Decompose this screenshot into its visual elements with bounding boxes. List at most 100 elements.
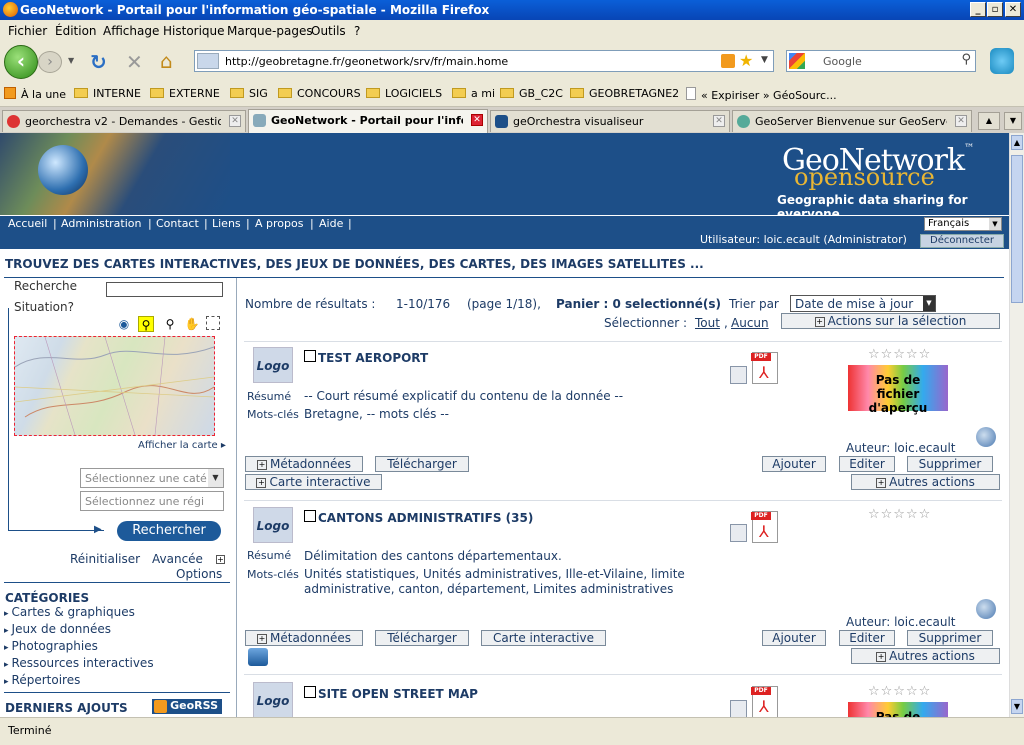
delete-button[interactable]: Supprimer — [907, 630, 993, 646]
add-button[interactable]: Ajouter — [762, 456, 826, 472]
bookmark-gb-c2c[interactable]: GB_C2C — [500, 87, 563, 100]
search-input[interactable] — [106, 282, 223, 297]
edit-button[interactable]: Editer — [839, 456, 895, 472]
stop-icon[interactable]: ✕ — [126, 50, 143, 74]
scroll-thumb[interactable] — [1011, 155, 1023, 303]
zoom-out-icon[interactable]: ⚲ — [162, 316, 178, 332]
home-icon[interactable]: ⌂ — [160, 49, 173, 73]
category-photos[interactable]: Photographies — [4, 639, 98, 653]
url-dropdown-icon[interactable]: ▼ — [761, 55, 768, 65]
nav-liens[interactable]: Liens — [212, 217, 241, 230]
xml-doc-icon[interactable] — [730, 700, 747, 717]
nav-aide[interactable]: Aide — [319, 217, 343, 230]
bookmark-star-icon[interactable]: ★ — [739, 51, 753, 70]
metadata-button[interactable]: + Métadonnées — [245, 630, 363, 646]
edit-button[interactable]: Editer — [839, 630, 895, 646]
select-checkbox[interactable] — [304, 510, 316, 522]
search-button[interactable]: Rechercher — [117, 521, 221, 541]
menu-help[interactable]: ? — [354, 24, 360, 38]
lock-icon[interactable] — [976, 427, 996, 447]
metadata-button[interactable]: + Métadonnées — [245, 456, 363, 472]
select-checkbox[interactable] — [304, 350, 316, 362]
reset-link[interactable]: Réinitialiser — [70, 552, 140, 566]
back-button[interactable]: ‹ — [4, 45, 38, 79]
rating-stars[interactable]: ☆☆☆☆☆ — [868, 347, 931, 362]
zoom-in-icon[interactable]: ⚲ — [138, 316, 154, 332]
close-tab-icon[interactable]: ✕ — [471, 114, 483, 126]
pdf-icon[interactable]: PDF ⅄ — [751, 686, 778, 717]
delete-button[interactable]: Supprimer — [907, 456, 993, 472]
rating-stars[interactable]: ☆☆☆☆☆ — [868, 507, 931, 522]
bookmark-externe[interactable]: EXTERNE — [150, 87, 220, 100]
interactive-map-button[interactable]: Carte interactive — [481, 630, 606, 646]
category-repertoires[interactable]: Répertoires — [4, 673, 81, 687]
menu-affichage[interactable]: Affichage — [103, 24, 159, 38]
advanced-link[interactable]: Avancée — [152, 552, 203, 566]
category-ressources[interactable]: Ressources interactives — [4, 656, 154, 670]
page-scrollbar[interactable]: ▲ ▼ — [1009, 133, 1024, 717]
bookmark-geobretagne2[interactable]: GEOBRETAGNE2 — [570, 87, 679, 100]
result-title[interactable]: TEST AEROPORT — [304, 350, 428, 365]
zoom-extent-icon[interactable]: ◉ — [116, 316, 132, 332]
result-title[interactable]: SITE OPEN STREET MAP — [304, 686, 478, 701]
nav-contact[interactable]: Contact — [156, 217, 199, 230]
close-tab-icon[interactable]: ✕ — [955, 115, 967, 127]
other-actions-button[interactable]: + Autres actions — [851, 648, 1000, 664]
category-jeux[interactable]: Jeux de données — [4, 622, 111, 636]
scroll-up-icon[interactable]: ▲ — [1011, 135, 1023, 150]
add-button[interactable]: Ajouter — [762, 630, 826, 646]
xml-doc-icon[interactable] — [730, 524, 747, 542]
history-dropdown-icon[interactable]: ▼ — [68, 56, 74, 65]
select-checkbox[interactable] — [304, 686, 316, 698]
nav-administration[interactable]: Administration — [61, 217, 142, 230]
sort-select[interactable]: Date de mise à jour ▼ — [790, 295, 936, 312]
show-map-link[interactable]: Afficher la carte ▸ — [138, 440, 226, 451]
reload-icon[interactable]: ↻ — [90, 50, 107, 74]
logout-button[interactable]: Déconnecter — [920, 234, 1004, 248]
close-button[interactable]: ✕ — [1005, 2, 1021, 17]
search-box[interactable]: Google ⚲ — [786, 50, 976, 72]
language-select[interactable]: Français ▼ — [924, 217, 1002, 231]
menu-marque-pages[interactable]: Marque-pages — [227, 24, 313, 38]
menu-fichier[interactable]: Fichier — [8, 24, 47, 38]
tab-geonetwork[interactable]: GeoNetwork - Portail pour l'infor...✕ — [248, 109, 488, 133]
site-identity-icon[interactable] — [197, 53, 219, 69]
forward-button[interactable]: › — [38, 51, 62, 73]
pdf-icon[interactable]: PDF ⅄ — [751, 352, 778, 384]
bookmark-a-mi[interactable]: a mi — [452, 87, 495, 100]
maximize-button[interactable]: ▫ — [987, 2, 1003, 17]
download-button[interactable]: Télécharger — [375, 630, 469, 646]
bookmark-logiciels[interactable]: LOGICIELS — [366, 87, 442, 100]
rating-stars[interactable]: ☆☆☆☆☆ — [868, 684, 931, 699]
tab-georchestra[interactable]: georchestra v2 - Demandes - Gestionn...✕ — [2, 110, 246, 132]
menu-edition[interactable]: Édition — [55, 24, 97, 38]
xml-doc-icon[interactable] — [730, 366, 747, 384]
rss-feed-icon[interactable] — [721, 54, 735, 68]
interactive-map-button[interactable]: + Carte interactive — [245, 474, 382, 490]
select-box-icon[interactable] — [206, 316, 220, 330]
bookmark-a-la-une[interactable]: À la une — [4, 87, 66, 101]
search-input[interactable]: Google — [823, 55, 862, 68]
other-actions-button[interactable]: + Autres actions — [851, 474, 1000, 490]
select-all-link[interactable]: Tout — [695, 316, 720, 330]
pdf-icon[interactable]: PDF ⅄ — [751, 511, 778, 543]
url-bar[interactable]: http://geobretagne.fr/geonetwork/srv/fr/… — [194, 50, 774, 72]
search-icon[interactable]: ⚲ — [961, 52, 971, 67]
download-button[interactable]: Télécharger — [375, 456, 469, 472]
all-tabs-icon[interactable]: ▼ — [1004, 112, 1022, 130]
bookmark-concours[interactable]: CONCOURS — [278, 87, 361, 100]
region-select[interactable]: Sélectionnez une régi — [80, 491, 224, 511]
nav-accueil[interactable]: Accueil — [8, 217, 47, 230]
scroll-down-icon[interactable]: ▼ — [1011, 699, 1023, 714]
tab-georchestra-viewer[interactable]: geOrchestra visualiseur ✕ — [490, 110, 730, 132]
bookmark-sig[interactable]: SIG — [230, 87, 268, 100]
close-tab-icon[interactable]: ✕ — [713, 115, 725, 127]
menu-historique[interactable]: Historique — [163, 24, 225, 38]
service-icon[interactable] — [248, 648, 268, 666]
lock-icon[interactable] — [976, 599, 996, 619]
options-link[interactable]: Options — [176, 567, 222, 581]
select-none-link[interactable]: Aucun — [731, 316, 769, 330]
mini-map[interactable] — [14, 336, 215, 436]
result-title[interactable]: CANTONS ADMINISTRATIFS (35) — [304, 510, 533, 525]
selection-actions-button[interactable]: + Actions sur la sélection — [781, 313, 1000, 329]
